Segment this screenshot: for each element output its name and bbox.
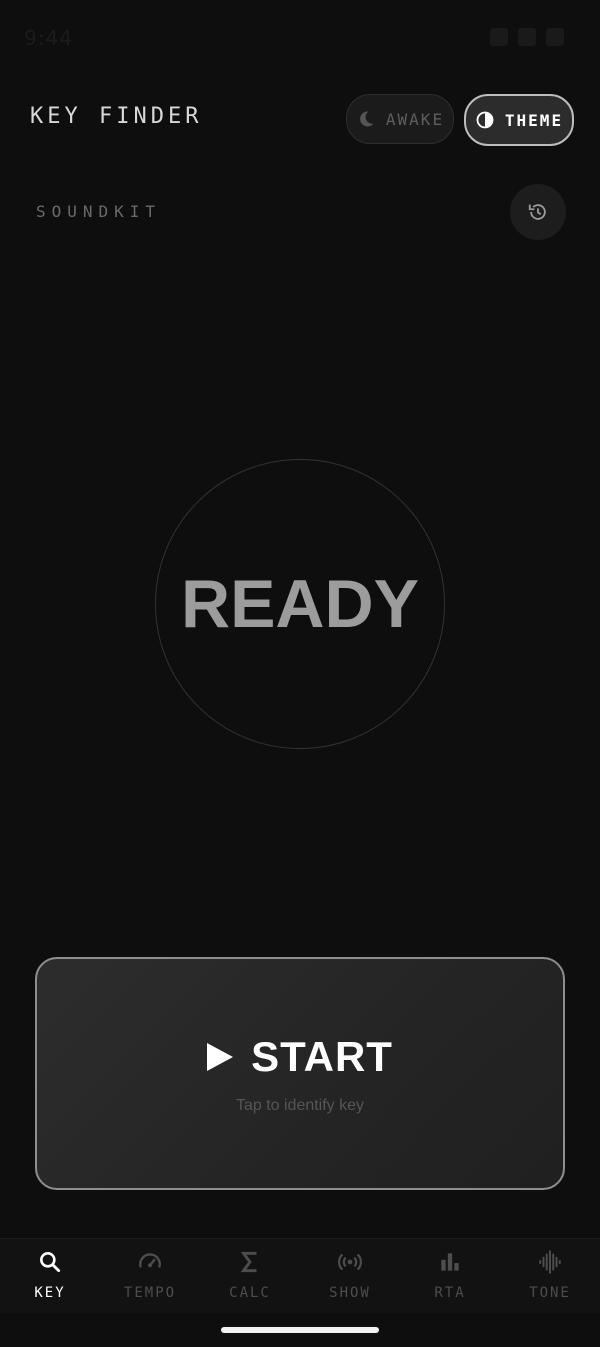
nav-item-key[interactable]: KEY <box>0 1239 100 1313</box>
theme-label: THEME <box>504 110 564 130</box>
theme-toggle[interactable]: THEME <box>464 94 574 146</box>
nav-item-tempo[interactable]: TEMPO <box>100 1239 200 1313</box>
nav-item-rta[interactable]: RTA <box>400 1239 500 1313</box>
start-label: START <box>251 1033 393 1080</box>
moon-icon <box>360 111 374 127</box>
search-icon <box>40 1252 61 1273</box>
nav-label: KEY <box>34 1285 66 1301</box>
status-icons <box>490 28 564 46</box>
status-text: READY <box>180 566 420 642</box>
page-title: KEY FINDER <box>30 104 203 129</box>
nav-label: TEMPO <box>123 1285 177 1301</box>
nav-label: RTA <box>434 1285 466 1301</box>
nav-label: CALC <box>229 1285 271 1301</box>
status-bar: 9:44 <box>0 0 600 70</box>
status-time: 9:44 <box>24 26 73 50</box>
start-row: START <box>37 1033 563 1081</box>
history-button[interactable] <box>510 184 566 240</box>
sigma-icon <box>240 1251 257 1273</box>
start-button[interactable]: START Tap to identify key <box>35 957 565 1190</box>
signal-icon <box>518 28 536 46</box>
nav-label: SHOW <box>329 1285 371 1301</box>
bottom-nav: KEY TEMPO CALC SHOW RTA TONE <box>0 1238 600 1313</box>
wifi-icon <box>490 28 508 46</box>
history-icon <box>528 204 546 220</box>
battery-icon <box>546 28 564 46</box>
awake-toggle[interactable]: AWAKE <box>346 94 454 144</box>
speedometer-icon <box>139 1253 161 1268</box>
contrast-icon <box>476 111 494 129</box>
nav-item-show[interactable]: SHOW <box>300 1239 400 1313</box>
nav-item-calc[interactable]: CALC <box>200 1239 300 1313</box>
key-display-circle: READY <box>155 459 445 749</box>
home-indicator[interactable] <box>221 1327 379 1333</box>
play-icon <box>207 1043 234 1071</box>
broadcast-icon <box>338 1253 362 1271</box>
awake-label: AWAKE <box>385 109 445 129</box>
start-hint: Tap to identify key <box>235 1097 365 1114</box>
bar-chart-icon <box>441 1253 459 1271</box>
brand-label: SOUNDKIT <box>36 202 162 221</box>
nav-item-tone[interactable]: TONE <box>500 1239 600 1313</box>
nav-label: TONE <box>529 1285 571 1301</box>
waveform-icon <box>539 1250 561 1274</box>
